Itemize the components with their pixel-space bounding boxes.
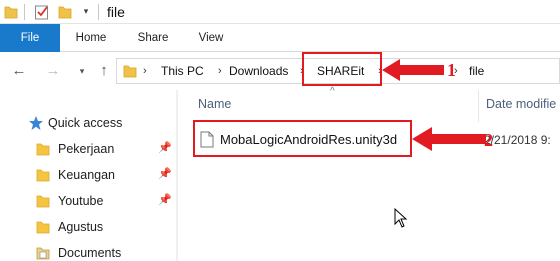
properties-icon[interactable] bbox=[34, 4, 50, 20]
documents-icon bbox=[36, 247, 50, 260]
breadcrumb-downloads[interactable]: Downloads bbox=[229, 59, 288, 83]
recent-locations-dropdown[interactable]: ▾ bbox=[76, 62, 88, 80]
sort-caret-icon: ^ bbox=[330, 86, 335, 97]
file-list: ^ Name Date modifie MobaLogicAndroidRes.… bbox=[180, 86, 560, 261]
sidebar-item-agustus[interactable]: Agustus bbox=[0, 214, 178, 240]
folder-icon bbox=[36, 195, 50, 208]
ribbon-tabs: File Home Share View bbox=[0, 24, 560, 52]
sidebar-item-label: Agustus bbox=[58, 220, 104, 234]
sidebar-item-youtube[interactable]: Youtube 📌 bbox=[0, 188, 178, 214]
folder-icon bbox=[36, 169, 50, 182]
navigation-bar: ← → ▾ ↑ › This PC › Downloads › SHAREit … bbox=[0, 52, 560, 90]
annotation-arrow-icon bbox=[382, 59, 444, 81]
customize-toolbar-dropdown[interactable]: ▾ bbox=[80, 2, 92, 20]
star-icon bbox=[29, 116, 43, 130]
file-date: 2/21/2018 9: bbox=[484, 133, 551, 147]
pin-icon[interactable]: 📌 bbox=[158, 167, 172, 181]
sidebar-item-label: Documents bbox=[58, 246, 122, 260]
title-bar: ▾ file bbox=[0, 0, 560, 24]
tab-home[interactable]: Home bbox=[63, 24, 119, 52]
pin-icon[interactable]: 📌 bbox=[158, 141, 172, 155]
folder-icon bbox=[123, 65, 137, 78]
chevron-right-icon[interactable]: › bbox=[143, 59, 147, 83]
navigation-pane: Quick access Pekerjaan 📌 Keuangan 📌 Yout… bbox=[0, 90, 178, 261]
toolbar-divider bbox=[24, 4, 25, 20]
sidebar-item-label: Keuangan bbox=[58, 168, 116, 182]
title-divider bbox=[98, 4, 99, 20]
sidebar-item-documents[interactable]: Documents bbox=[0, 240, 178, 261]
new-folder-icon[interactable] bbox=[58, 4, 72, 20]
folder-icon bbox=[36, 221, 50, 234]
folder-icon[interactable] bbox=[4, 4, 18, 20]
navigation-pane-divider bbox=[176, 90, 178, 261]
back-arrow-icon[interactable]: ← bbox=[10, 62, 28, 80]
annotation-highlight-file bbox=[193, 120, 412, 157]
annotation-arrow-icon bbox=[412, 127, 486, 151]
sidebar-item-label: Youtube bbox=[58, 194, 104, 208]
breadcrumb-this-pc[interactable]: This PC bbox=[161, 59, 204, 83]
folder-icon bbox=[36, 143, 50, 156]
sidebar-item-label: Pekerjaan bbox=[58, 142, 115, 156]
column-divider[interactable] bbox=[478, 90, 479, 122]
quick-access-label: Quick access bbox=[48, 116, 123, 130]
sidebar-item-keuangan[interactable]: Keuangan 📌 bbox=[0, 162, 178, 188]
sidebar-item-pekerjaan[interactable]: Pekerjaan 📌 bbox=[0, 136, 178, 162]
chevron-right-icon[interactable]: › bbox=[218, 59, 222, 83]
up-arrow-icon[interactable]: ↑ bbox=[96, 62, 112, 80]
annotation-step-1: 1 bbox=[447, 60, 456, 80]
annotation-highlight-shareit bbox=[302, 52, 382, 86]
quick-access[interactable]: Quick access bbox=[0, 110, 178, 136]
pin-icon[interactable]: 📌 bbox=[158, 193, 172, 207]
column-header-date[interactable]: Date modifie bbox=[486, 92, 556, 116]
tab-view[interactable]: View bbox=[186, 24, 236, 52]
forward-arrow-icon[interactable]: → bbox=[44, 62, 62, 80]
mouse-cursor-icon bbox=[394, 208, 408, 228]
annotation-step-2: 2 bbox=[484, 130, 493, 150]
column-header-name[interactable]: Name bbox=[198, 92, 231, 116]
window-title: file bbox=[107, 4, 125, 20]
breadcrumb-file[interactable]: file bbox=[469, 59, 484, 83]
tab-file[interactable]: File bbox=[0, 24, 60, 52]
tab-share[interactable]: Share bbox=[124, 24, 182, 52]
